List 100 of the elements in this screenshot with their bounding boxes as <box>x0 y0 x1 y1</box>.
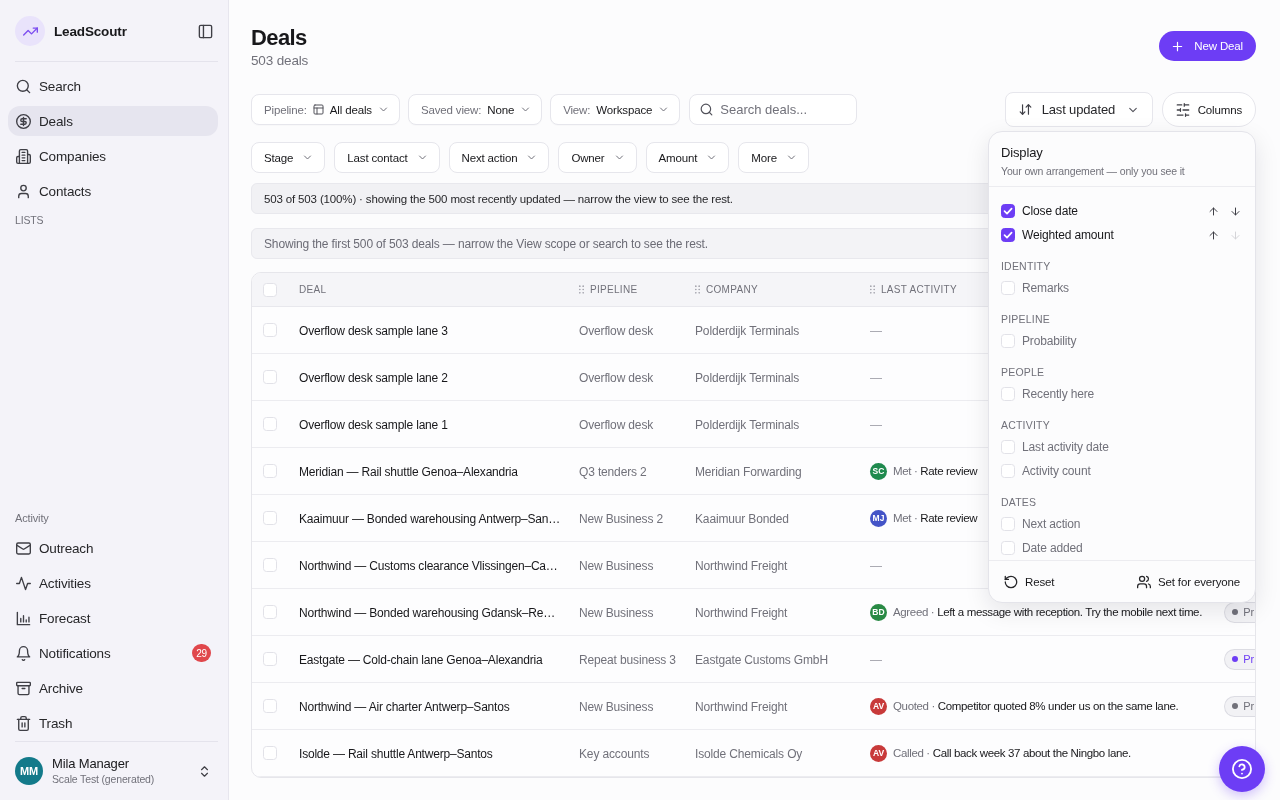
column-option[interactable]: Next action <box>1022 517 1081 531</box>
nav-item[interactable]: Archive <box>8 673 218 703</box>
search-field[interactable]: Search deals... <box>689 94 858 125</box>
empty-value: — <box>870 371 882 385</box>
sort-dropdown[interactable]: Last updated <box>1004 92 1153 127</box>
brand-name: LeadScoutr <box>54 23 127 39</box>
deal-name[interactable]: Northwind — Customs clearance Vlissingen–Ca… <box>299 559 558 573</box>
empty-value: — <box>870 559 882 573</box>
nav-item[interactable]: Search <box>8 71 218 101</box>
page-title: Deals <box>251 24 308 52</box>
grip-icon[interactable] <box>870 285 875 294</box>
activity-text: Quoted · Competitor quoted 8% under us on the same lane. <box>893 700 1179 712</box>
pipeline-name: Overflow desk <box>579 371 654 385</box>
column-option[interactable]: Weighted amount <box>1022 228 1114 242</box>
deal-name[interactable]: Northwind — Air charter Antwerp–Santos <box>299 700 510 714</box>
stage-label: Pr <box>1243 700 1254 712</box>
deal-name[interactable]: Meridian — Rail shuttle Genoa–Alexandria <box>299 465 518 479</box>
sidebar-toggle-icon[interactable] <box>198 23 213 39</box>
sort-arrows-icon <box>1018 103 1032 116</box>
pipeline-name: New Business <box>579 606 654 620</box>
chevrons-up-down-icon[interactable] <box>198 764 211 778</box>
company-name: Meridian Forwarding <box>695 465 802 479</box>
nav-item[interactable]: Companies <box>8 141 218 171</box>
dollar-circle-icon <box>16 113 31 129</box>
column-header[interactable]: PIPELINE <box>590 284 638 295</box>
arrow-up-icon[interactable] <box>1208 229 1219 241</box>
help-button[interactable] <box>1219 746 1265 792</box>
reset-button[interactable]: Reset <box>1004 574 1055 589</box>
column-option[interactable]: Date added <box>1022 541 1083 555</box>
deal-name[interactable]: Northwind — Bonded warehousing Gdansk–Re… <box>299 606 555 620</box>
company-name: Northwind Freight <box>695 606 788 620</box>
nav-item[interactable]: Deals <box>8 106 218 136</box>
column-header[interactable]: COMPANY <box>706 284 758 295</box>
nav-item[interactable]: Trash <box>8 708 218 738</box>
deal-name[interactable]: Overflow desk sample lane 1 <box>299 418 448 432</box>
company-name: Kaaimuur Bonded <box>695 512 789 526</box>
filter-dropdown[interactable]: Last contact <box>334 142 440 173</box>
column-option[interactable]: Last activity date <box>1022 440 1109 454</box>
grip-icon[interactable] <box>695 285 700 294</box>
column-option[interactable]: Recently here <box>1022 387 1095 401</box>
checkbox[interactable] <box>1001 204 1015 218</box>
arrow-up-icon[interactable] <box>1208 205 1219 217</box>
pipeline-name: New Business <box>579 700 654 714</box>
grip-icon[interactable] <box>579 285 584 294</box>
deal-name[interactable]: Isolde — Rail shuttle Antwerp–Santos <box>299 747 493 761</box>
filter-dropdown[interactable]: Pipeline: All deals <box>251 94 400 125</box>
arrow-down-icon[interactable] <box>1230 205 1241 217</box>
empty-value: — <box>870 324 882 338</box>
group-heading: DATES <box>1001 495 1038 509</box>
stage-label: Pr <box>1243 653 1254 665</box>
archive-box-icon <box>16 680 31 696</box>
filter-dropdown[interactable]: View: Workspace <box>550 94 681 125</box>
activity-text: Agreed · Left a message with reception. Try the mobile next time. <box>893 606 1202 618</box>
nav-item[interactable]: Outreach <box>8 533 218 563</box>
column-header[interactable]: DEAL <box>299 284 327 295</box>
nav-item[interactable]: Notifications 29 <box>8 638 218 668</box>
filter-dropdown[interactable]: Owner <box>558 142 637 173</box>
column-option[interactable]: Activity count <box>1022 464 1091 478</box>
nav-item[interactable]: Activities <box>8 568 218 598</box>
deal-name[interactable]: Eastgate — Cold-chain lane Genoa–Alexandria <box>299 653 543 667</box>
help-icon <box>1232 759 1252 779</box>
mail-icon <box>16 540 31 556</box>
deal-name[interactable]: Kaaimuur — Bonded warehousing Antwerp–San… <box>299 512 561 526</box>
column-header[interactable]: LAST ACTIVITY <box>881 284 957 295</box>
activity-text: Met · Rate review <box>893 465 978 477</box>
panel-title: Display <box>1001 144 1044 161</box>
sliders-icon <box>1175 102 1190 117</box>
activity-text: Called · Call back week 37 about the Ningbo lane. <box>893 747 1131 759</box>
stage-label: Pr <box>1243 606 1254 618</box>
column-option[interactable]: Remarks <box>1022 281 1069 295</box>
new-deal-button[interactable]: New Deal <box>1159 31 1256 61</box>
bell-icon <box>16 645 31 661</box>
empty-value: — <box>870 418 882 432</box>
section-label: Activity <box>14 511 50 525</box>
company-name: Polderdijk Terminals <box>695 418 800 432</box>
filter-dropdown[interactable]: More <box>738 142 809 173</box>
pipeline-name: Key accounts <box>579 747 650 761</box>
checkbox[interactable] <box>1001 228 1015 242</box>
plus-icon <box>1171 39 1185 53</box>
filter-dropdown[interactable]: Stage <box>251 142 326 173</box>
nav-item[interactable]: Forecast <box>8 603 218 633</box>
columns-button[interactable]: Columns <box>1161 92 1256 127</box>
reset-icon <box>1004 574 1018 589</box>
pipeline-name: Overflow desk <box>579 324 654 338</box>
pipeline-name: New Business <box>579 559 654 573</box>
nav-item[interactable]: Contacts <box>8 176 218 206</box>
company-name: Polderdijk Terminals <box>695 371 800 385</box>
group-heading: PEOPLE <box>1001 365 1046 379</box>
company-name: Isolde Chemicals Oy <box>695 747 803 761</box>
pipeline-name: Q3 tenders 2 <box>579 465 647 479</box>
set-for-everyone-button[interactable]: Set for everyone <box>1137 574 1240 589</box>
filter-dropdown[interactable]: Amount <box>645 142 730 173</box>
column-option[interactable]: Probability <box>1022 334 1077 348</box>
filter-dropdown[interactable]: Next action <box>448 142 550 173</box>
notification-badge: 29 <box>192 644 211 662</box>
filter-dropdown[interactable]: Saved view: None <box>407 94 543 125</box>
company-name: Eastgate Customs GmbH <box>695 653 828 667</box>
deal-name[interactable]: Overflow desk sample lane 3 <box>299 324 448 338</box>
group-heading: IDENTITY <box>1001 259 1052 273</box>
deal-name[interactable]: Overflow desk sample lane 2 <box>299 371 448 385</box>
